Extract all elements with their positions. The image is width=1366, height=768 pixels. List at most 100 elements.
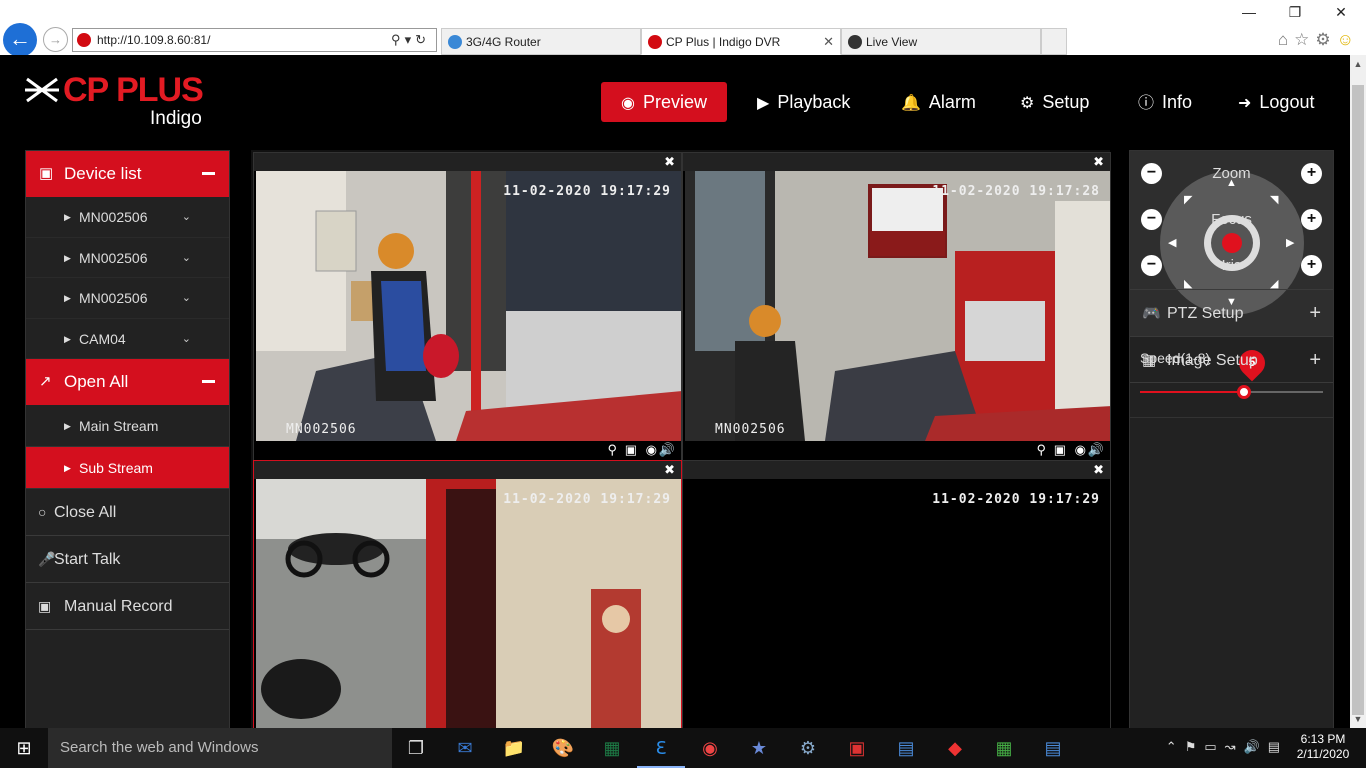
sub-stream-item[interactable]: ▶ Sub Stream [26, 447, 229, 489]
clock[interactable]: 6:13 PM 2/11/2020 [1292, 732, 1354, 762]
tray-icons[interactable]: ⌃⚑▭↝🔊▤ [1166, 739, 1288, 755]
video-cell-selected[interactable]: ✖ 11-02-2020 19:17:29 [253, 460, 682, 728]
restore-icon[interactable]: ❐ [1272, 4, 1318, 21]
settings-gear-icon[interactable]: ⚙ [1315, 30, 1336, 49]
nav-alarm[interactable]: 🔔 Alarm [901, 82, 976, 122]
zoom-in-icon[interactable]: ⚲ [607, 442, 617, 458]
speed-slider[interactable] [1140, 385, 1323, 399]
focus-plus-icon[interactable]: + [1301, 209, 1322, 230]
snapshot-camera-icon[interactable]: ◉ [1075, 442, 1086, 458]
device-item[interactable]: ▶ MN002506 ⌄ [26, 197, 229, 238]
window-app-icon[interactable]: ▤ [1029, 728, 1077, 768]
open-all-header[interactable]: ↗ Open All [26, 359, 229, 405]
main-stream-item[interactable]: ▶ Main Stream [26, 405, 229, 447]
scroll-down-icon[interactable]: ▼ [1350, 714, 1366, 724]
video-cell[interactable]: ✖ 11-02-2020 19:17:29 [682, 460, 1111, 728]
audio-icon[interactable]: 🔊 [1088, 442, 1104, 458]
tab-label: CP Plus | Indigo DVR [666, 35, 781, 49]
window-app-icon[interactable]: ▤ [882, 728, 930, 768]
close-icon[interactable]: ✖ [1093, 461, 1104, 479]
device-item[interactable]: ▶ MN002506 ⌄ [26, 238, 229, 278]
search-refresh-icon[interactable]: ⚲▾↻ [391, 29, 430, 51]
collapse-icon[interactable] [202, 172, 215, 175]
camera-feed[interactable]: 11-02-2020 19:17:29 MN002506 [256, 171, 681, 441]
minimize-icon[interactable]: — [1226, 4, 1272, 20]
manual-record-button[interactable]: ▣ Manual Record [26, 583, 229, 630]
zoom-in-icon[interactable]: ⚲ [1036, 442, 1046, 458]
tab-live-view[interactable]: Live View [841, 28, 1041, 55]
home-icon[interactable]: ⌂ [1278, 30, 1294, 49]
zoom-out-icon[interactable]: − [1141, 163, 1162, 184]
anydesk-icon[interactable]: ◆ [931, 728, 979, 768]
favorites-star-icon[interactable]: ☆ [1294, 30, 1315, 49]
video-cell[interactable]: ✖ 11-02-2020 19:17:29 MN002506 ⚲ ▣ ◉ 🔊 [253, 152, 682, 460]
expand-plus-icon[interactable]: + [1309, 290, 1321, 337]
address-bar[interactable]: http://10.109.8.60:81/ ⚲▾↻ [72, 28, 437, 52]
nav-label: Alarm [928, 92, 976, 112]
camera-feed[interactable]: 11-02-2020 19:17:28 MN002506 [685, 171, 1110, 441]
zoom-in-icon[interactable]: + [1301, 163, 1322, 184]
back-button[interactable]: ← [3, 23, 37, 57]
focus-minus-icon[interactable]: − [1141, 209, 1162, 230]
close-icon[interactable]: ✖ [664, 153, 675, 171]
page-scrollbar[interactable]: ▲ ▼ [1350, 55, 1366, 728]
nav-label: Logout [1259, 92, 1315, 112]
iris-minus-icon[interactable]: − [1141, 255, 1162, 276]
chevron-down-icon[interactable]: ⌄ [182, 238, 191, 278]
tab-label: 3G/4G Router [466, 35, 541, 49]
file-explorer-icon[interactable]: 📁 [490, 728, 538, 768]
nav-info[interactable]: ⓘ Info [1138, 82, 1192, 122]
close-icon[interactable]: ✖ [664, 461, 675, 479]
smiley-icon[interactable]: ☺ [1337, 30, 1360, 49]
outlook-icon[interactable]: ✉ [441, 728, 489, 768]
image-setup-row[interactable]: ▦ Image Setup + [1130, 336, 1333, 383]
app-icon[interactable]: ★ [735, 728, 783, 768]
forward-button[interactable]: → [43, 27, 68, 52]
collapse-icon[interactable] [202, 380, 215, 383]
new-tab-button[interactable] [1041, 28, 1067, 55]
nav-setup[interactable]: ⚙ Setup [1020, 82, 1089, 122]
nav-logout[interactable]: ➜ Logout [1238, 82, 1314, 122]
record-video-icon[interactable]: ▣ [625, 442, 637, 458]
expand-plus-icon[interactable]: + [1309, 337, 1321, 384]
iris-plus-icon[interactable]: + [1301, 255, 1322, 276]
internet-explorer-icon[interactable]: ℇ [637, 728, 685, 768]
close-icon[interactable]: ✖ [1093, 153, 1104, 171]
address-url: http://10.109.8.60:81/ [97, 33, 211, 47]
chevron-down-icon[interactable]: ⌄ [182, 319, 191, 359]
chevron-down-icon[interactable]: ⌄ [182, 197, 191, 237]
close-window-icon[interactable]: ✕ [1318, 4, 1364, 21]
paint-icon[interactable]: 🎨 [539, 728, 587, 768]
device-item[interactable]: ▶ MN002506 ⌄ [26, 278, 229, 319]
site-favicon-icon [77, 33, 91, 47]
camera-feed[interactable]: 11-02-2020 19:17:29 [256, 479, 681, 728]
app-76-icon[interactable]: ▣ [833, 728, 881, 768]
snapshot-camera-icon[interactable]: ◉ [646, 442, 657, 458]
taskbar-search[interactable]: Search the web and Windows [48, 728, 392, 768]
device-list-header[interactable]: ▣ Device list [26, 151, 229, 197]
video-cell[interactable]: ✖ 11-02-2020 19:17:28 MN002506 ⚲ ▣ ◉ 🔊 [682, 152, 1111, 460]
spreadsheet-icon[interactable]: ▦ [980, 728, 1028, 768]
record-video-icon[interactable]: ▣ [1054, 442, 1066, 458]
ptz-setup-row[interactable]: 🎮 PTZ Setup + [1130, 289, 1333, 336]
nav-playback[interactable]: ▶ Playback [757, 82, 850, 122]
network-tool-icon[interactable]: ⚙ [784, 728, 832, 768]
excel-icon[interactable]: ▦ [588, 728, 636, 768]
tab-router[interactable]: 3G/4G Router [441, 28, 641, 55]
audio-icon[interactable]: 🔊 [659, 442, 675, 458]
close-tab-icon[interactable]: ✕ [823, 29, 834, 55]
device-item[interactable]: ▶ CAM04 ⌄ [26, 319, 229, 359]
scrollbar-thumb[interactable] [1352, 85, 1364, 715]
task-view-icon[interactable]: ❐ [392, 728, 440, 768]
nav-preview[interactable]: ◉ Preview [601, 82, 727, 122]
windows-start-icon[interactable]: ⊞ [0, 728, 48, 768]
tab-dvr[interactable]: CP Plus | Indigo DVR ✕ [641, 28, 841, 55]
video-camera-icon: ▣ [39, 165, 54, 182]
speed-slider-handle[interactable] [1237, 385, 1251, 399]
close-all-button[interactable]: ○ Close All [26, 489, 229, 536]
start-talk-button[interactable]: 🎤 Start Talk [26, 536, 229, 583]
scroll-up-icon[interactable]: ▲ [1350, 59, 1366, 69]
camera-feed[interactable]: 11-02-2020 19:17:29 [685, 479, 1110, 728]
chevron-down-icon[interactable]: ⌄ [182, 278, 191, 318]
chrome-icon[interactable]: ◉ [686, 728, 734, 768]
